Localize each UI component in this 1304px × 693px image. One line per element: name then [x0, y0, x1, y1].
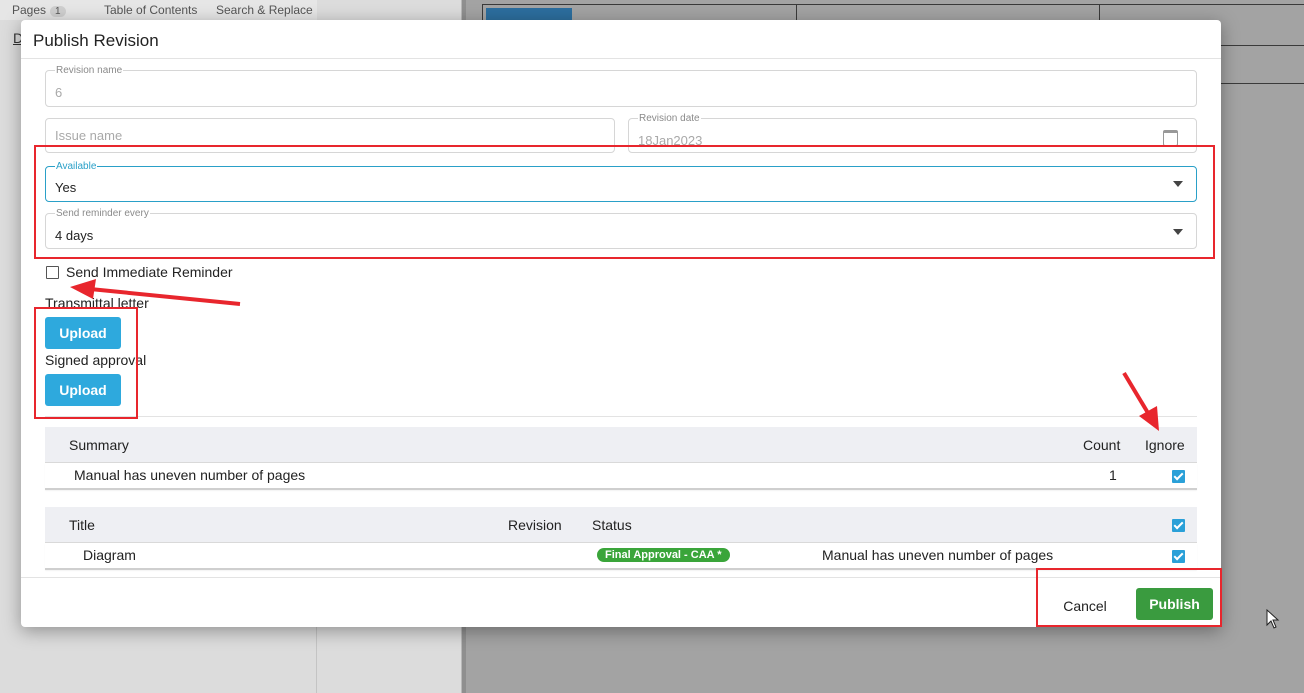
publish-revision-dialog: Publish Revision Revision name 6 Issue n…: [21, 20, 1221, 627]
revision-column-header: Revision: [508, 517, 562, 533]
revision-date-value: 18Jan2023: [638, 133, 703, 148]
available-value: Yes: [55, 180, 77, 195]
background-tab-bar: Pages 1 Table of Contents Search & Replac…: [0, 0, 317, 20]
cancel-button[interactable]: Cancel: [1051, 590, 1119, 622]
ignore-checkbox[interactable]: [1172, 470, 1185, 483]
tab-table-of-contents[interactable]: Table of Contents: [104, 3, 197, 17]
signed-approval-label: Signed approval: [45, 352, 147, 368]
item-title-cell: Diagram: [83, 547, 136, 563]
tab-pages[interactable]: Pages 1: [12, 3, 66, 17]
revision-name-label: Revision name: [55, 65, 124, 76]
reminder-label: Send reminder every: [55, 208, 150, 219]
table-row: Diagram Final Approval - CAA * Manual ha…: [45, 543, 1197, 570]
summary-column-header: Summary: [69, 437, 129, 453]
publish-button[interactable]: Publish: [1136, 588, 1213, 620]
issue-name-input[interactable]: Issue name: [45, 118, 615, 153]
chevron-down-icon[interactable]: [1173, 229, 1183, 235]
footer-divider: [21, 577, 1221, 578]
transmittal-letter-label: Transmittal letter: [45, 295, 149, 311]
count-column-header: Count: [1083, 437, 1121, 453]
upload-transmittal-button[interactable]: Upload: [45, 317, 121, 349]
header-divider: [21, 58, 1221, 59]
upload-signed-approval-button[interactable]: Upload: [45, 374, 121, 406]
revision-name-field: Revision name 6: [45, 65, 1197, 107]
revision-name-value: 6: [55, 85, 63, 100]
summary-cell: Manual has uneven number of pages: [74, 467, 306, 483]
item-checkbox[interactable]: [1172, 550, 1185, 563]
document-logo: [486, 8, 572, 20]
table-row: Manual has uneven number of pages 1: [45, 463, 1197, 490]
mouse-cursor-icon: [1266, 609, 1280, 629]
status-badge: Final Approval - CAA *: [597, 548, 730, 562]
reminder-value: 4 days: [55, 228, 94, 243]
ignore-column-header: Ignore: [1145, 437, 1185, 453]
revision-date-label: Revision date: [638, 113, 701, 124]
available-select[interactable]: Available Yes: [45, 161, 1197, 202]
item-message-cell: Manual has uneven number of pages: [822, 547, 1054, 563]
status-column-header: Status: [592, 517, 632, 533]
immediate-reminder-checkbox[interactable]: [46, 266, 59, 279]
items-table-header: Title Revision Status: [45, 507, 1197, 543]
title-column-header: Title: [69, 517, 95, 533]
reminder-interval-select[interactable]: Send reminder every 4 days: [45, 208, 1197, 249]
pages-count-badge: 1: [50, 6, 66, 17]
calendar-icon[interactable]: [1163, 130, 1178, 146]
summary-table-header: Summary Count Ignore: [45, 427, 1197, 463]
section-divider: [45, 416, 1197, 417]
available-label: Available: [55, 161, 98, 172]
dialog-title: Publish Revision: [33, 31, 159, 50]
tab-pages-label: Pages: [12, 3, 47, 17]
count-cell: 1: [1109, 467, 1117, 483]
immediate-reminder-label: Send Immediate Reminder: [66, 264, 233, 280]
revision-date-field: Revision date 18Jan2023: [628, 113, 1197, 153]
tab-search-replace[interactable]: Search & Replace: [216, 3, 313, 17]
select-all-checkbox[interactable]: [1172, 519, 1185, 532]
issue-name-placeholder: Issue name: [55, 128, 123, 143]
chevron-down-icon[interactable]: [1173, 181, 1183, 187]
